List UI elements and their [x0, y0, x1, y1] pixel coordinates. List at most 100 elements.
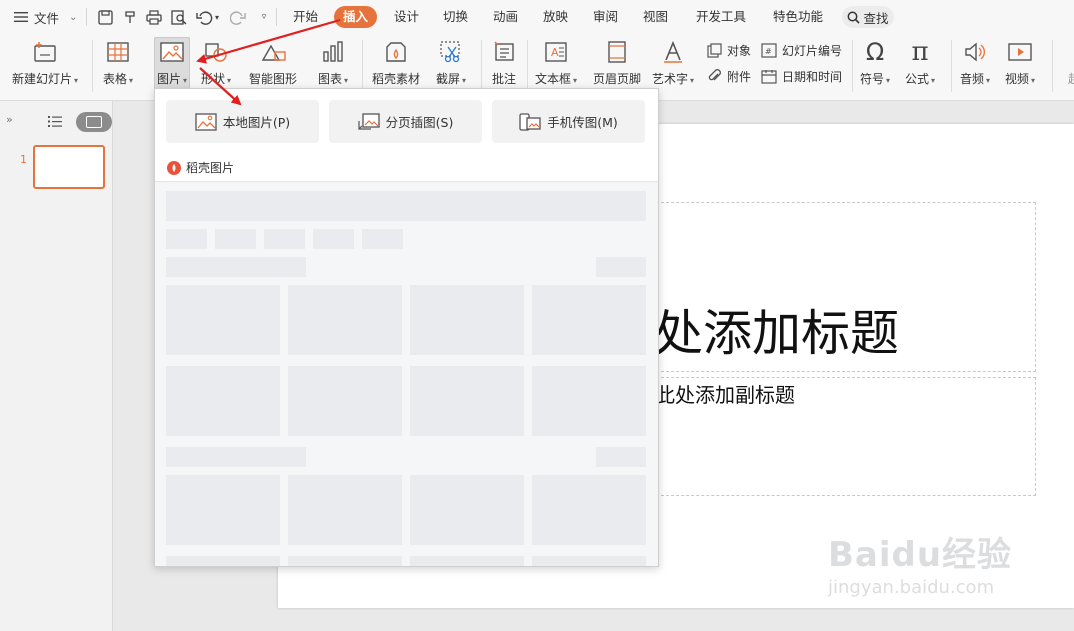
video-button[interactable]: 视频 ▾ — [1005, 38, 1035, 87]
menu-bar: 文件 ⌄ ▾ ▿ 开始 插入 设计 切换 动画 放映 审阅 视图 开发工具 特色… — [0, 0, 1074, 34]
skeleton-heading — [166, 447, 306, 467]
tab-developer[interactable]: 开发工具 — [694, 6, 748, 28]
wordart-label: 艺术字 — [652, 72, 689, 86]
print-preview-icon[interactable] — [170, 8, 188, 26]
search-button[interactable]: 查找 — [842, 6, 894, 28]
chart-button[interactable]: 图表 ▾ — [318, 38, 348, 87]
tab-home[interactable]: 开始 — [291, 6, 320, 28]
chevron-down-icon: ⌄ — [69, 11, 78, 23]
skeleton-thumb — [532, 285, 646, 355]
header-footer-icon — [603, 38, 631, 66]
print-icon[interactable] — [145, 8, 163, 26]
header-footer-button[interactable]: 页眉页脚 — [593, 38, 641, 87]
docer-material-button[interactable]: 稻壳素材 — [372, 38, 420, 87]
chart-label: 图表 — [318, 72, 343, 86]
formula-button[interactable]: π 公式 ▾ — [905, 37, 936, 87]
tab-slideshow[interactable]: 放映 — [541, 6, 570, 28]
skeleton-thumb — [288, 285, 402, 355]
subtitle-placeholder-text[interactable]: 此处添加副标题 — [655, 379, 795, 408]
expand-panel-icon[interactable]: » — [6, 113, 13, 126]
watermark-brand: Baidu经验 — [828, 535, 1013, 575]
new-slide-button[interactable]: 新建幻灯片 ▾ — [12, 38, 78, 87]
tab-design[interactable]: 设计 — [392, 6, 421, 28]
tab-animations[interactable]: 动画 — [491, 6, 520, 28]
date-time-button[interactable]: 日期和时间 — [761, 68, 842, 85]
docer-pictures-header: 稻壳图片 — [167, 159, 234, 176]
more-label: 超 — [1067, 72, 1074, 86]
paged-insert-icon — [358, 112, 380, 130]
skeleton-thumb — [410, 475, 524, 545]
skeleton-thumb — [166, 475, 280, 545]
symbol-button[interactable]: Ω 符号 ▾ — [860, 38, 890, 87]
skeleton-thumb — [410, 556, 524, 566]
docer-pictures-label: 稻壳图片 — [186, 161, 235, 175]
new-slide-label: 新建幻灯片 — [12, 72, 73, 86]
watermark-url: jingyan.baidu.com — [828, 577, 995, 598]
divider — [276, 8, 277, 26]
tab-view[interactable]: 视图 — [641, 6, 670, 28]
phone-transfer-button[interactable]: 手机传图(M) — [492, 100, 645, 143]
more-button[interactable]: 超 — [1060, 38, 1074, 87]
skeleton-thumb — [166, 285, 280, 355]
video-label: 视频 — [1005, 72, 1030, 86]
skeleton-thumb — [166, 366, 280, 436]
skeleton-heading — [166, 257, 306, 277]
attachment-button[interactable]: 附件 — [707, 68, 751, 85]
redo-icon[interactable] — [229, 8, 247, 26]
divider — [86, 8, 87, 26]
shape-label: 形状 — [201, 72, 226, 86]
picture-button[interactable]: 图片 ▾ — [154, 37, 191, 90]
svg-text:#: # — [765, 47, 772, 56]
picture-dropdown-panel: 本地图片(P) 分页插图(S) 手机传图(M) 稻壳图片 — [154, 88, 659, 567]
outline-view-icon[interactable] — [48, 115, 62, 131]
slide-view-icon — [86, 116, 102, 128]
audio-button[interactable]: 音频 ▾ — [960, 38, 990, 87]
skeleton-chip — [362, 229, 403, 249]
format-painter-icon[interactable] — [121, 8, 139, 26]
slide-view-toggle[interactable] — [76, 112, 112, 132]
screenshot-label: 截屏 — [436, 72, 461, 86]
chevron-down-icon: ▾ — [227, 76, 232, 85]
date-time-label: 日期和时间 — [782, 70, 843, 84]
tab-review[interactable]: 审阅 — [591, 6, 620, 28]
skeleton-chip — [313, 229, 354, 249]
screenshot-button[interactable]: 截屏 ▾ — [436, 38, 466, 87]
chevron-down-icon: ▾ — [1031, 76, 1036, 85]
tab-insert[interactable]: 插入 — [334, 6, 378, 28]
customize-quick-access-icon[interactable]: ▿ — [255, 8, 273, 26]
formula-label: 公式 — [905, 72, 930, 86]
skeleton-thumb — [532, 366, 646, 436]
slide-thumbnail-panel: » 1 — [0, 101, 113, 631]
chevron-down-icon: ▾ — [573, 76, 578, 85]
docer-pictures-loading-area — [155, 182, 658, 566]
comment-button[interactable]: 批注 — [490, 38, 518, 87]
skeleton-thumb — [288, 366, 402, 436]
tab-special-features[interactable]: 特色功能 — [771, 6, 825, 28]
slide-thumbnail[interactable] — [33, 145, 105, 189]
object-button[interactable]: 对象 — [707, 42, 751, 59]
smartart-button[interactable]: 智能图形 — [249, 38, 297, 87]
scissors-icon — [437, 38, 465, 66]
table-icon — [104, 38, 132, 66]
docer-logo-icon — [167, 160, 181, 175]
save-icon[interactable] — [96, 8, 114, 26]
paged-insert-button[interactable]: 分页插图(S) — [329, 100, 482, 143]
tab-transitions[interactable]: 切换 — [441, 6, 470, 28]
divider — [362, 40, 363, 92]
slide-number-button[interactable]: # 幻灯片编号 — [761, 42, 842, 59]
file-menu[interactable]: 文件 ⌄ — [14, 0, 77, 34]
speaker-icon — [961, 38, 989, 66]
table-button[interactable]: 表格 ▾ — [103, 38, 133, 87]
slide-number-label: 幻灯片编号 — [782, 44, 843, 58]
title-placeholder-text[interactable]: 处添加标题 — [654, 294, 899, 365]
wordart-button[interactable]: 艺术字 ▾ — [652, 38, 694, 87]
divider — [852, 40, 853, 92]
undo-dropdown-icon[interactable]: ▾ — [213, 8, 221, 26]
textbox-button[interactable]: A 文本框 ▾ — [535, 38, 577, 87]
local-picture-button[interactable]: 本地图片(P) — [166, 100, 319, 143]
undo-icon[interactable] — [196, 8, 214, 26]
shape-button[interactable]: 形状 ▾ — [201, 38, 231, 87]
chevron-down-icon: ▾ — [931, 76, 936, 85]
paged-insert-label: 分页插图(S) — [385, 115, 454, 130]
search-label: 查找 — [863, 10, 889, 26]
